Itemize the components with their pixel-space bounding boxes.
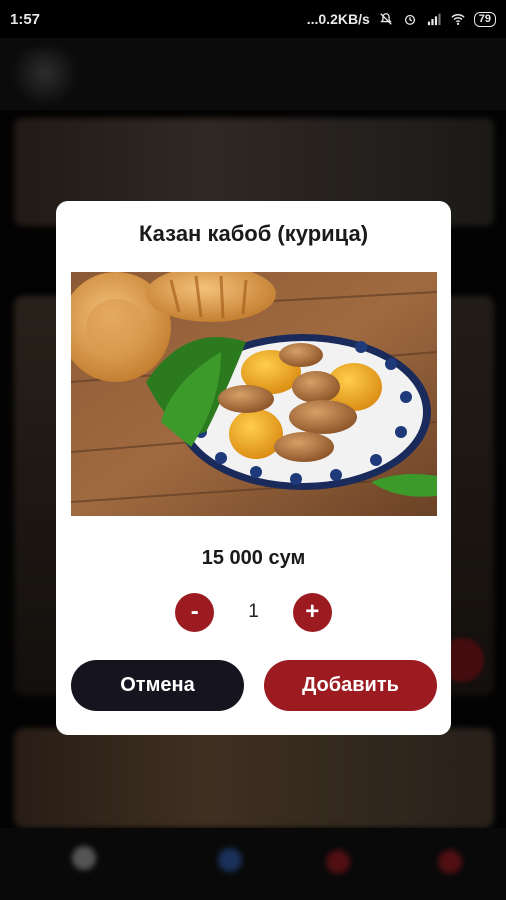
dialog-title: Казан кабоб (курица) (138, 221, 369, 246)
increase-quantity-button[interactable]: + (292, 592, 332, 632)
net-speed: ...0.2KB/s (306, 11, 370, 27)
status-time: 1:57 (10, 10, 41, 28)
status-icons: ...0.2KB/s 79 (307, 11, 496, 27)
product-image (71, 272, 437, 516)
signal-icon (427, 13, 441, 26)
wifi-icon (451, 14, 465, 25)
add-button[interactable]: Добавить (264, 660, 437, 711)
cancel-button[interactable]: Отмена (71, 660, 244, 711)
battery-indicator: 79 (473, 11, 496, 27)
alarm-icon (404, 14, 415, 25)
mute-icon (380, 13, 392, 25)
product-price: 15 000 сум (201, 547, 306, 569)
quantity-stepper: - 1 + (56, 592, 451, 632)
status-bar: 1:57 ...0.2KB/s 79 (0, 0, 506, 38)
quantity-value: 1 (248, 601, 259, 622)
decrease-quantity-button[interactable]: - (175, 592, 215, 632)
product-photo (71, 272, 437, 516)
add-to-cart-dialog: Казан кабоб (курица) 15 000 сум - 1 + От… (56, 201, 451, 735)
